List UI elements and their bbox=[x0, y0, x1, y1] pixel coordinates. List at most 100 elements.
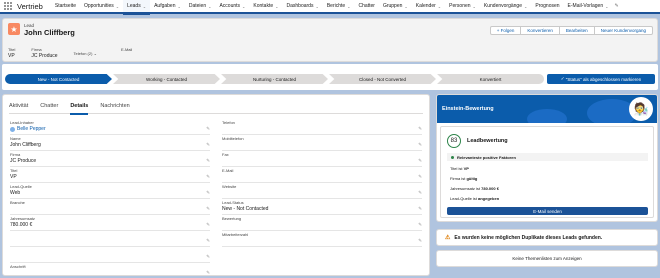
details-right-column: Telefon ✎ Mobiltelefon ✎ Fax ✎ E-Mail ✎ Website ✎… bbox=[222, 119, 422, 247]
app-launcher-icon[interactable] bbox=[3, 1, 13, 11]
detail-field: Fax ✎ bbox=[222, 151, 422, 167]
owner-name[interactable]: Belle Pepper bbox=[17, 126, 46, 132]
pencil-edit-icon[interactable]: ✎ bbox=[418, 174, 422, 180]
chevron-down-icon[interactable]: ⌄ bbox=[242, 4, 245, 9]
nav-item-gruppen[interactable]: Gruppen ⌄ bbox=[379, 0, 412, 13]
nav-item-label[interactable]: Startseite bbox=[55, 3, 76, 9]
field-value: John Cliffberg bbox=[10, 142, 41, 148]
tab-activity[interactable]: Aktivität bbox=[9, 101, 28, 114]
nav-item-aufgaben[interactable]: Aufgaben ⌄ bbox=[150, 0, 185, 13]
nav-item-prognosen[interactable]: Prognosen bbox=[531, 0, 563, 13]
pencil-edit-icon[interactable]: ✎ bbox=[418, 158, 422, 164]
nav-item-label[interactable]: Leads bbox=[127, 3, 141, 9]
mark-status-complete-button[interactable]: ✓ "Status" als abgeschlossen markieren bbox=[547, 74, 655, 84]
nav-item-startseite[interactable]: Startseite bbox=[51, 0, 80, 13]
chevron-down-icon[interactable]: ⌄ bbox=[315, 4, 318, 9]
nav-item-label[interactable]: E-Mail-Vorlagen bbox=[568, 3, 604, 9]
nav-item-e-mail-vorlagen[interactable]: E-Mail-Vorlagen ⌄ bbox=[564, 0, 613, 13]
path-step-working[interactable]: Working - Contacted bbox=[113, 74, 220, 84]
nav-item-chatter[interactable]: Chatter bbox=[355, 0, 379, 13]
highlight-phone[interactable]: Telefon (2) ⌄ bbox=[74, 51, 97, 59]
nav-item-accounts[interactable]: Accounts ⌄ bbox=[215, 0, 249, 13]
new-case-button[interactable]: Neuer Kundenvorgang bbox=[593, 26, 653, 35]
nav-item-label[interactable]: Dateien bbox=[189, 3, 206, 9]
lead-score-box: 83 Leadbewertung Relevanteste positive F… bbox=[440, 126, 654, 218]
path-step-closed[interactable]: Closed - Not Converted bbox=[329, 74, 436, 84]
owner-link[interactable]: Belle Pepper bbox=[10, 126, 210, 132]
chevron-down-icon[interactable]: ⌄ bbox=[94, 51, 97, 56]
chevron-down-icon[interactable]: ⌄ bbox=[438, 4, 441, 9]
chevron-down-icon[interactable]: ⌄ bbox=[404, 4, 407, 9]
nav-item-dashboards[interactable]: Dashboards ⌄ bbox=[283, 0, 323, 13]
pencil-edit-icon[interactable]: ✎ bbox=[206, 126, 210, 132]
chevron-down-icon[interactable]: ⌄ bbox=[524, 4, 527, 9]
pencil-edit-icon[interactable]: ✎ bbox=[206, 142, 210, 148]
nav-item-kundenvorgänge[interactable]: Kundenvorgänge ⌄ bbox=[480, 0, 531, 13]
tab-details[interactable]: Details bbox=[70, 101, 89, 115]
pencil-edit-icon[interactable]: ✎ bbox=[206, 206, 210, 212]
nav-item-dateien[interactable]: Dateien ⌄ bbox=[185, 0, 216, 13]
pencil-edit-icon[interactable]: ✎ bbox=[206, 254, 210, 260]
pencil-edit-icon[interactable]: ✎ bbox=[206, 238, 210, 244]
convert-button[interactable]: Konvertieren bbox=[520, 26, 560, 35]
pencil-edit-icon[interactable]: ✎ bbox=[206, 222, 210, 228]
chevron-down-icon[interactable]: ⌄ bbox=[473, 4, 476, 9]
nav-item-label[interactable]: Gruppen bbox=[383, 3, 402, 9]
chevron-down-icon[interactable]: ⌄ bbox=[208, 4, 211, 9]
chevron-down-icon[interactable]: ⌄ bbox=[605, 4, 608, 9]
nav-item-personen[interactable]: Personen ⌄ bbox=[445, 0, 480, 13]
nav-item-kontakte[interactable]: Kontakte ⌄ bbox=[249, 0, 282, 13]
highlight-email-label: E-Mail bbox=[120, 47, 133, 52]
chevron-down-icon[interactable]: ⌄ bbox=[178, 4, 181, 9]
edit-button[interactable]: Bearbeiten bbox=[558, 26, 595, 35]
pencil-edit-icon[interactable]: ✎ bbox=[206, 190, 210, 196]
phone-count-label[interactable]: Telefon (2) bbox=[74, 51, 93, 56]
pencil-edit-icon[interactable]: ✎ bbox=[418, 190, 422, 196]
details-left-column: Lead-Inhaber Belle Pepper ✎ Name John Cliffb… bbox=[10, 119, 210, 278]
pencil-edit-icon[interactable]: ✎ bbox=[206, 270, 210, 276]
pencil-edit-icon[interactable]: ✎ bbox=[418, 222, 422, 228]
nav-item-label[interactable]: Kontakte bbox=[253, 3, 273, 9]
send-email-button[interactable]: E-Mail senden bbox=[447, 207, 648, 215]
follow-button[interactable]: + Folgen bbox=[489, 26, 522, 35]
pencil-edit-icon[interactable]: ✎ bbox=[206, 158, 210, 164]
field-label: Anschrift bbox=[10, 264, 26, 269]
nav-item-label[interactable]: Kundenvorgänge bbox=[484, 3, 522, 9]
chevron-down-icon[interactable]: ⌄ bbox=[143, 4, 146, 9]
chevron-down-icon[interactable]: ⌄ bbox=[116, 4, 119, 9]
pencil-edit-icon[interactable]: ✎ bbox=[418, 206, 422, 212]
chevron-down-icon[interactable]: ⌄ bbox=[347, 4, 350, 9]
path-step-nurturing[interactable]: Nurturing - Contacted bbox=[221, 74, 328, 84]
highlight-phone-label[interactable]: Telefon (2) ⌄ bbox=[74, 51, 97, 56]
pencil-edit-icon[interactable]: ✎ bbox=[418, 126, 422, 132]
mark-status-label[interactable]: "Status" als abgeschlossen markieren bbox=[566, 77, 641, 82]
path-step-new[interactable]: New - Not Contacted bbox=[5, 74, 112, 84]
nav-edit-icon[interactable]: ✎ bbox=[614, 3, 618, 9]
pencil-edit-icon[interactable]: ✎ bbox=[418, 142, 422, 148]
nav-item-label[interactable]: Dashboards bbox=[287, 3, 314, 9]
nav-item-label[interactable]: Chatter bbox=[359, 3, 375, 9]
tab-messages[interactable]: Nachrichten bbox=[100, 101, 129, 114]
field-label: Telefon bbox=[222, 120, 235, 125]
nav-item-berichte[interactable]: Berichte ⌄ bbox=[323, 0, 355, 13]
nav-item-leads[interactable]: Leads ⌄ bbox=[123, 0, 151, 15]
global-nav-bar: Vertrieb Startseite Opportunities ⌄ Leads ⌄ A… bbox=[0, 0, 660, 15]
nav-item-label[interactable]: Accounts bbox=[219, 3, 240, 9]
nav-item-label[interactable]: Personen bbox=[449, 3, 470, 9]
nav-item-label[interactable]: Opportunities bbox=[84, 3, 114, 9]
chevron-down-icon[interactable]: ⌄ bbox=[275, 4, 278, 9]
detail-field: Lead-Inhaber Belle Pepper ✎ bbox=[10, 119, 210, 135]
nav-item-label[interactable]: Kalender bbox=[416, 3, 436, 9]
nav-item-label[interactable]: Aufgaben bbox=[154, 3, 175, 9]
nav-item-opportunities[interactable]: Opportunities ⌄ bbox=[80, 0, 123, 13]
pencil-edit-icon[interactable]: ✎ bbox=[418, 238, 422, 244]
field-label: Mobiltelefon bbox=[222, 136, 244, 141]
nav-item-label[interactable]: Prognosen bbox=[535, 3, 559, 9]
detail-field: Mobiltelefon ✎ bbox=[222, 135, 422, 151]
topics-button[interactable]: Keine Themenlisten zum Anzeigen bbox=[436, 250, 658, 267]
path-step-converted[interactable]: Konvertiert bbox=[437, 74, 544, 84]
tab-chatter[interactable]: Chatter bbox=[40, 101, 58, 114]
pencil-edit-icon[interactable]: ✎ bbox=[206, 174, 210, 180]
nav-item-kalender[interactable]: Kalender ⌄ bbox=[412, 0, 445, 13]
nav-item-label[interactable]: Berichte bbox=[327, 3, 345, 9]
